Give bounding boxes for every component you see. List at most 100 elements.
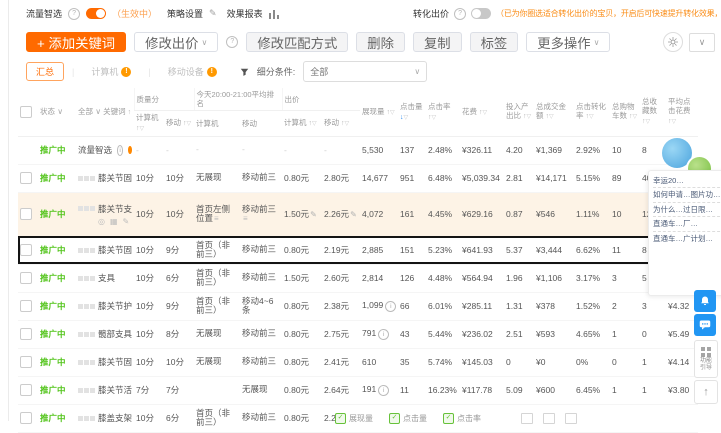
table-view-icon[interactable] xyxy=(521,413,533,424)
filter-icon[interactable]: ▽ xyxy=(672,119,677,125)
status-filter-header[interactable]: 状态 ∨ xyxy=(38,88,76,137)
sub-header[interactable]: 计算机 ↑▽ xyxy=(282,110,323,137)
keyword-text[interactable]: 膝关节固定 xyxy=(98,356,132,368)
filter-icon[interactable]: ▽ xyxy=(549,114,554,120)
sub-header[interactable]: 计算机 ↑▽ xyxy=(134,110,164,137)
bid-mobile-cell[interactable]: 2.19元 xyxy=(322,236,361,265)
keyword-text[interactable]: 膝关节活动支具 xyxy=(98,384,132,396)
tag-button[interactable]: 标签 xyxy=(469,32,519,52)
keyword-text[interactable]: 膝关节护具 xyxy=(98,300,132,312)
metric-header-7[interactable]: 总购物车数 ↑▽ xyxy=(610,88,641,137)
bid-pc-cell[interactable]: 0.80元 xyxy=(282,404,323,433)
filter-icon[interactable]: ▽ xyxy=(526,114,531,120)
metric-header-6[interactable]: 点击转化率 ↑▽ xyxy=(574,88,611,137)
row-checkbox[interactable] xyxy=(20,208,32,221)
keyword-cell[interactable]: 膝关节活动支具 xyxy=(76,376,134,405)
row-checkbox[interactable] xyxy=(20,272,32,285)
keyword-report-icon[interactable]: ▦ xyxy=(110,217,118,226)
filter-icon[interactable]: ▽ xyxy=(390,110,395,116)
filter-icon[interactable]: ▽ xyxy=(432,115,437,121)
faq-item[interactable]: 直通车…厂… xyxy=(653,217,721,232)
keyword-sort-header[interactable]: 关键词 ↑ xyxy=(101,107,131,116)
bid-mobile-cell[interactable]: 2.41元 xyxy=(322,348,361,377)
notification-bell-button[interactable] xyxy=(694,290,716,312)
keyword-text[interactable]: 支具 xyxy=(98,272,115,284)
bid-pc-cell[interactable]: 0.80元 xyxy=(282,320,323,349)
metric-header-4[interactable]: 投入产出比 ↑▽ xyxy=(504,88,535,137)
bid-pc-cell[interactable]: 1.50元 xyxy=(282,264,323,293)
keyword-cell[interactable]: 膝关节支具◎▦✎⊖ xyxy=(76,192,134,237)
copy-button[interactable]: 复制 xyxy=(412,32,462,52)
row-checkbox[interactable] xyxy=(20,356,32,369)
row-checkbox[interactable] xyxy=(20,412,32,425)
select-all-checkbox[interactable] xyxy=(20,105,32,118)
keyword-cell[interactable]: 流量智选 i xyxy=(76,136,134,165)
conversion-bid-toggle[interactable] xyxy=(471,8,492,19)
pencil-icon[interactable]: ✎ xyxy=(310,210,317,219)
metric-header-5[interactable]: 总成交金额 ↑▽ xyxy=(534,88,575,137)
feature-guide-button[interactable]: 功能引导 xyxy=(694,340,718,378)
report-link[interactable]: 效果报表 xyxy=(227,7,263,20)
keyword-cell[interactable]: 膝关节固定支具 xyxy=(76,236,134,265)
tab-mobile[interactable]: 移动设备 ! xyxy=(159,63,226,80)
faq-item[interactable]: 如何申请…图片功… xyxy=(653,188,721,203)
help-icon[interactable]: ? xyxy=(454,7,467,20)
bid-mobile-cell[interactable]: 2.75元 xyxy=(322,320,361,349)
row-checkbox[interactable] xyxy=(20,244,32,257)
metric-header-2[interactable]: 点击率 ↑▽ xyxy=(426,88,461,137)
faq-item[interactable]: 幸运20… xyxy=(653,174,721,189)
bid-pc-cell[interactable]: 0.80元 xyxy=(282,376,323,405)
keyword-cell[interactable]: 膝关节固定器 xyxy=(76,164,134,193)
bid-mobile-cell[interactable]: 2.38元 xyxy=(322,292,361,321)
metric-header-1[interactable]: 点击量 ↓▽ xyxy=(398,88,427,137)
bid-pc-cell[interactable]: 0.80元 xyxy=(282,292,323,321)
list-icon[interactable]: ≡ xyxy=(243,214,248,223)
keyword-text[interactable]: 膝盖支架 xyxy=(98,412,132,424)
bar-chart-icon[interactable] xyxy=(268,9,279,19)
keyword-cell[interactable]: 膝盖支架 xyxy=(76,404,134,433)
delete-button[interactable]: 删除 xyxy=(356,32,405,52)
bid-mobile-cell[interactable]: - xyxy=(322,136,361,165)
bid-pc-cell[interactable]: - xyxy=(282,136,323,165)
row-checkbox[interactable] xyxy=(20,172,32,185)
modify-bid-button[interactable]: 修改出价 ∨ xyxy=(134,32,219,52)
bid-pc-cell[interactable]: 1.50元✎ xyxy=(282,192,323,237)
filter-icon[interactable]: ▽ xyxy=(404,115,409,121)
keyword-text[interactable]: 膝关节固定支具 xyxy=(98,244,132,256)
filter-icon[interactable]: ▽ xyxy=(632,114,637,120)
row-checkbox[interactable] xyxy=(20,300,32,313)
collapse-button[interactable]: ∨ xyxy=(689,32,715,52)
row-checkbox[interactable] xyxy=(20,384,32,397)
keyword-cell[interactable]: 膝关节护具 xyxy=(76,292,134,321)
sub-header[interactable]: 移动 ↑▽ xyxy=(164,110,194,137)
metric-header-9[interactable]: 平均点击花费 ↑▽ xyxy=(666,88,699,137)
pencil-icon[interactable]: ✎ xyxy=(209,8,217,19)
tab-computer[interactable]: 计算机 ! xyxy=(82,63,140,80)
keyword-edit-icon[interactable]: ✎ xyxy=(123,217,130,226)
metric-header-8[interactable]: 总收藏数 ↑▽ xyxy=(640,88,667,137)
back-to-top-button[interactable]: ↑ xyxy=(694,380,718,404)
keyword-view-icon[interactable]: ◎ xyxy=(98,217,105,226)
flow-smart-toggle[interactable] xyxy=(86,8,107,19)
legend-item[interactable]: ✓ 点击量 xyxy=(389,413,427,424)
help-icon[interactable]: ? xyxy=(68,7,81,20)
metric-header-0[interactable]: 展现量 ↑▽ xyxy=(360,88,399,137)
segment-select[interactable]: 全部 ∨ xyxy=(303,61,428,82)
bid-pc-cell[interactable]: 0.80元 xyxy=(282,164,323,193)
strategy-settings-link[interactable]: 策略设置 xyxy=(167,7,203,20)
bid-pc-cell[interactable]: 0.80元 xyxy=(282,236,323,265)
bid-mobile-cell[interactable]: 2.80元 xyxy=(322,164,361,193)
chart-view-icon[interactable] xyxy=(543,413,555,424)
keyword-cell[interactable]: 髋部支具 xyxy=(76,320,134,349)
filter-icon[interactable]: ▽ xyxy=(482,110,487,116)
chat-support-button[interactable] xyxy=(694,314,716,336)
add-keyword-button[interactable]: + 添加关键词 xyxy=(26,32,127,52)
help-icon[interactable]: ? xyxy=(226,36,239,48)
pencil-icon[interactable]: ✎ xyxy=(350,210,357,219)
legend-item[interactable]: ✓ 展现量 xyxy=(335,413,373,424)
keyword-text[interactable]: 髋部支具 xyxy=(98,328,132,340)
bid-mobile-cell[interactable]: 2.26元✎ xyxy=(322,192,361,237)
filter-icon[interactable]: ▽ xyxy=(646,119,651,125)
faq-item[interactable]: 直通车…广计划… xyxy=(653,232,721,245)
more-actions-button[interactable]: 更多操作 ∨ xyxy=(526,32,611,52)
